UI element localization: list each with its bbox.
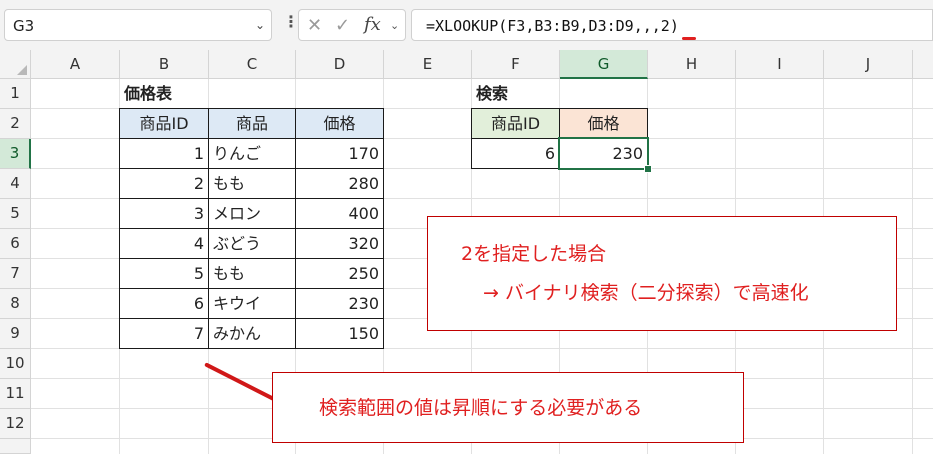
table-cell-id[interactable]: 7 <box>119 318 209 349</box>
search-title: 検索 <box>476 84 509 103</box>
row-header-4[interactable]: 4 <box>0 169 31 199</box>
name-box[interactable]: G3 ⌄ <box>4 9 272 41</box>
ascending-order-callout: 検索範囲の値は昇順にする必要がある <box>272 372 744 443</box>
column-header-j[interactable]: J <box>824 50 913 79</box>
row-header-7[interactable]: 7 <box>0 259 31 289</box>
table-cell-price[interactable]: 400 <box>295 198 384 229</box>
chevron-down-icon[interactable]: ⌄ <box>255 18 265 32</box>
table-cell-name[interactable]: ぶどう <box>208 228 296 259</box>
row-header-13[interactable] <box>0 439 31 454</box>
price-table-title: 価格表 <box>124 84 173 103</box>
column-header-c[interactable]: C <box>209 50 296 79</box>
table-cell-price[interactable]: 230 <box>295 288 384 319</box>
formula-input[interactable]: =XLOOKUP(F3,B3:B9,D3:D9,,,2) <box>411 9 933 41</box>
table-cell-id[interactable]: 3 <box>119 198 209 229</box>
table-cell-id[interactable]: 1 <box>119 138 209 169</box>
header-product[interactable]: 商品 <box>208 108 296 139</box>
callout-note: 検索範囲の値は昇順にする必要がある <box>319 397 643 419</box>
table-cell-name[interactable]: もも <box>208 258 296 289</box>
table-cell-price[interactable]: 250 <box>295 258 384 289</box>
gridline <box>912 79 913 454</box>
search-id-header[interactable]: 商品ID <box>471 108 560 139</box>
search-price-header[interactable]: 価格 <box>559 108 648 139</box>
column-header-g[interactable]: G <box>560 50 648 79</box>
select-all-button[interactable] <box>0 50 31 79</box>
row-header-9[interactable]: 9 <box>0 319 31 349</box>
insert-function-icon[interactable]: fx <box>364 14 381 35</box>
table-cell-id[interactable]: 5 <box>119 258 209 289</box>
table-cell-id[interactable]: 4 <box>119 228 209 259</box>
enter-icon[interactable]: ✓ <box>335 15 350 36</box>
row-header-10[interactable]: 10 <box>0 349 31 379</box>
formula-bar-area: G3 ⌄ ⋮ ✕ ✓ fx ⌄ =XLOOKUP(F3,B3:B9,D3:D9,… <box>0 0 933 50</box>
search-id-input[interactable]: 6 <box>471 138 560 169</box>
column-header-e[interactable]: E <box>384 50 472 79</box>
column-header-i[interactable]: I <box>736 50 824 79</box>
column-header-b[interactable]: B <box>120 50 209 79</box>
row-header-5[interactable]: 5 <box>0 199 31 229</box>
table-cell-name[interactable]: みかん <box>208 318 296 349</box>
callout-pointer-line <box>204 362 279 404</box>
table-cell-id[interactable]: 6 <box>119 288 209 319</box>
table-cell-price[interactable]: 150 <box>295 318 384 349</box>
table-cell-price[interactable]: 170 <box>295 138 384 169</box>
column-header-d[interactable]: D <box>296 50 384 79</box>
column-header-f[interactable]: F <box>472 50 560 79</box>
table-cell-price[interactable]: 320 <box>295 228 384 259</box>
table-cell-name[interactable]: もも <box>208 168 296 199</box>
table-cell-name[interactable]: メロン <box>208 198 296 229</box>
column-header-h[interactable]: H <box>648 50 736 79</box>
header-product-id[interactable]: 商品ID <box>119 108 209 139</box>
table-cell-price[interactable]: 280 <box>295 168 384 199</box>
fill-handle[interactable] <box>644 165 652 173</box>
table-cell-id[interactable]: 2 <box>119 168 209 199</box>
row-header-12[interactable]: 12 <box>0 409 31 439</box>
binary-search-callout: 2を指定した場合 → バイナリ検索（二分探索）で高速化 <box>427 216 897 331</box>
header-price[interactable]: 価格 <box>295 108 384 139</box>
row-header-1[interactable]: 1 <box>0 79 31 109</box>
search-result-cell[interactable]: 230 <box>558 137 649 170</box>
formula-text: =XLOOKUP(F3,B3:B9,D3:D9,,,2) <box>426 17 679 35</box>
column-header-a[interactable]: A <box>31 50 120 79</box>
row-header-11[interactable]: 11 <box>0 379 31 409</box>
callout-line-1: 2を指定した場合 <box>461 243 607 265</box>
callout-line-2: → バイナリ検索（二分探索）で高速化 <box>483 282 809 304</box>
cancel-icon[interactable]: ✕ <box>307 15 322 36</box>
row-header-8[interactable]: 8 <box>0 289 31 319</box>
more-options-icon[interactable]: ⋮ <box>283 14 299 30</box>
row-header-6[interactable]: 6 <box>0 229 31 259</box>
table-cell-name[interactable]: キウイ <box>208 288 296 319</box>
worksheet-grid[interactable]: A B C D E F G H I J 1 2 3 4 5 6 7 8 9 10… <box>0 50 933 454</box>
column-header-k[interactable] <box>913 50 933 79</box>
name-box-value: G3 <box>13 17 35 35</box>
row-header-3[interactable]: 3 <box>0 139 31 169</box>
row-header-2[interactable]: 2 <box>0 109 31 139</box>
chevron-down-icon[interactable]: ⌄ <box>390 19 399 32</box>
formula-controls: ✕ ✓ fx ⌄ <box>298 9 406 41</box>
error-underline <box>682 37 696 40</box>
table-cell-name[interactable]: りんご <box>208 138 296 169</box>
